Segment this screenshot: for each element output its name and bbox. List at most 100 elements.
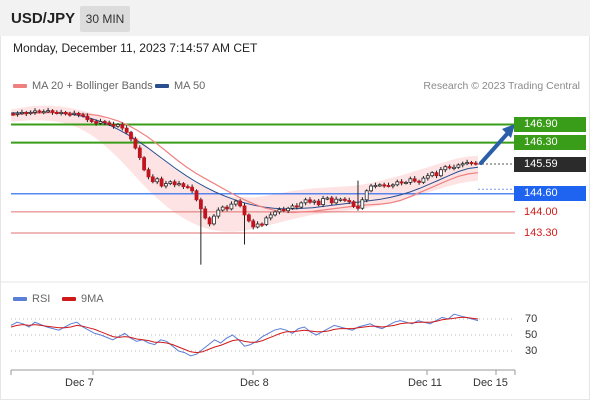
candle-body: [342, 198, 347, 201]
candle-body: [255, 223, 260, 228]
candle-body: [185, 186, 190, 189]
candle-body: [159, 178, 164, 187]
candle-body: [281, 209, 286, 212]
candle-body: [334, 198, 339, 204]
candle-body: [124, 127, 129, 133]
x-tick-dec15: Dec 15: [473, 377, 508, 389]
x-tick-dec8: Dec 8: [240, 377, 269, 389]
candle-body: [94, 121, 98, 124]
candle-body: [404, 181, 408, 184]
candle-body: [351, 201, 356, 207]
candle-body: [50, 110, 55, 113]
pivot-level-tag: 144.60: [514, 186, 586, 201]
candle-body: [460, 163, 465, 166]
candle-body: [395, 181, 400, 186]
candle-body: [421, 177, 426, 183]
candle-body: [198, 199, 203, 210]
candle-body: [299, 202, 304, 208]
candle-body: [277, 209, 282, 213]
candle-body: [447, 166, 452, 169]
candle-body: [469, 162, 474, 165]
support-level-tag-2: 143.30: [524, 227, 558, 239]
candle-body: [408, 178, 413, 183]
candle-body: [417, 180, 422, 183]
candle-body: [273, 211, 278, 216]
candle-body: [430, 172, 435, 177]
candle-body: [294, 205, 299, 208]
candle-body: [473, 162, 478, 165]
candle-body: [85, 115, 90, 121]
candle-body: [382, 184, 387, 187]
legend-ma9: 9MA: [62, 293, 104, 305]
candle-body: [46, 110, 50, 113]
candle-body: [107, 122, 112, 125]
x-tick-dec7: Dec 7: [65, 377, 94, 389]
candle-body: [150, 176, 155, 183]
candle-body: [24, 112, 29, 115]
candle-body: [81, 114, 85, 117]
candle-body: [220, 206, 225, 211]
candle-body: [312, 200, 317, 203]
candle-body: [360, 199, 365, 209]
candle-body: [54, 112, 59, 115]
candle-body: [76, 112, 81, 116]
candle-body: [434, 172, 439, 177]
candle-body: [203, 208, 208, 219]
candle-body: [211, 215, 216, 225]
candle-body: [347, 200, 352, 203]
candle-body: [190, 186, 195, 192]
resistance-level-tag-2: 146.30: [514, 135, 586, 150]
candle-body: [238, 200, 243, 207]
candle-body: [465, 162, 470, 165]
candle-body: [116, 124, 120, 127]
candle-body: [41, 111, 46, 114]
legend-rsi: RSI: [13, 293, 50, 305]
candle-body: [146, 169, 151, 178]
candle-body: [216, 209, 221, 217]
candle-body: [456, 164, 461, 168]
candle-body: [325, 197, 330, 200]
candle-body: [28, 112, 33, 115]
candle-body: [438, 169, 443, 177]
candle-body: [111, 124, 116, 127]
candle-body: [225, 206, 229, 210]
price-chart: [1, 105, 588, 375]
candle-body: [194, 190, 199, 201]
candle-body: [181, 183, 186, 188]
candle-body: [364, 190, 369, 201]
candle-body: [246, 214, 251, 222]
candle-body: [168, 181, 173, 185]
candle-body: [308, 199, 312, 203]
candle-body: [19, 112, 24, 115]
candle-body: [133, 138, 138, 149]
candle-body: [386, 184, 391, 187]
candle-body: [229, 203, 234, 210]
rsi-legend-label: RSI: [32, 293, 51, 305]
ma9-swatch: [62, 297, 76, 302]
support-level-tag-1: 144.00: [524, 206, 558, 218]
last-price-tag: 145.59: [514, 157, 586, 172]
rsi-swatch: [13, 297, 27, 302]
candle-body: [72, 112, 77, 115]
candle-body: [63, 112, 68, 115]
candle-body: [172, 181, 177, 186]
candle-body: [102, 121, 107, 124]
candle-body: [390, 184, 395, 187]
candle-body: [68, 113, 72, 116]
candle-body: [11, 113, 16, 116]
candle-body: [369, 185, 374, 192]
candle-body: [33, 110, 37, 113]
candle-body: [443, 166, 448, 171]
candle-body: [338, 198, 343, 201]
candle-body: [142, 157, 147, 171]
rsi-tick-50: 50: [525, 329, 538, 341]
ma9-legend-label: 9MA: [81, 293, 104, 305]
candle-body: [329, 197, 334, 204]
candle-body: [321, 198, 326, 206]
candle-body: [286, 207, 291, 212]
candle-body: [242, 205, 247, 216]
candle-body: [268, 214, 273, 219]
rsi-tick-70: 70: [525, 313, 538, 325]
candle-body: [377, 184, 382, 187]
candle-body: [264, 217, 269, 225]
